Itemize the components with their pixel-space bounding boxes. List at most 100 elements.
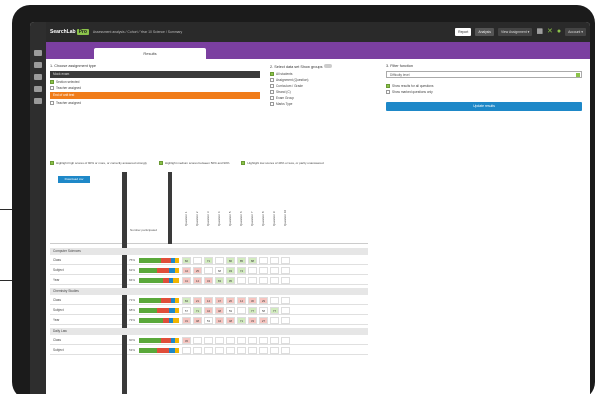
score-cell[interactable]: 48 — [215, 307, 224, 314]
score-cell[interactable] — [259, 267, 268, 274]
view-assignment-dropdown[interactable]: View Assignment ▾ — [497, 28, 533, 36]
score-cell[interactable]: 21 — [193, 297, 202, 304]
score-cell[interactable]: 68 — [215, 267, 224, 274]
score-cell[interactable] — [259, 277, 268, 284]
score-cell[interactable] — [270, 337, 279, 344]
score-cell[interactable] — [248, 337, 257, 344]
tab-results[interactable]: Results — [94, 48, 206, 59]
score-cell[interactable] — [193, 257, 202, 264]
score-cell[interactable]: 27 — [259, 317, 268, 324]
score-cell[interactable] — [237, 277, 246, 284]
data-item[interactable]: All students — [270, 72, 380, 76]
score-cell[interactable] — [270, 257, 279, 264]
score-cell[interactable]: 48 — [193, 317, 202, 324]
score-cell[interactable] — [237, 337, 246, 344]
data-item[interactable]: Curriculum / Grade — [270, 84, 380, 88]
grid-icon[interactable]: ▦ — [536, 28, 543, 36]
table-row[interactable]: Subject 53% — [50, 346, 368, 355]
score-cell[interactable] — [281, 307, 290, 314]
selected-option[interactable]: End of unit test — [50, 92, 260, 99]
score-cell[interactable]: 95 — [226, 277, 235, 284]
score-cell[interactable]: 30 — [248, 297, 257, 304]
score-cell[interactable] — [182, 347, 191, 354]
highlight-high[interactable]: Highlight high scores of 90% or more, or… — [50, 161, 147, 165]
score-cell[interactable]: 44 — [215, 317, 224, 324]
home-icon[interactable] — [34, 50, 42, 56]
score-cell[interactable] — [270, 317, 279, 324]
score-cell[interactable] — [215, 257, 224, 264]
dropdown-icon[interactable] — [576, 73, 580, 77]
data-item[interactable]: Exam Group — [270, 96, 380, 100]
score-cell[interactable]: 14 — [193, 277, 202, 284]
score-cell[interactable] — [270, 267, 279, 274]
table-row[interactable]: Class 60% 45 — [50, 336, 368, 345]
score-cell[interactable] — [270, 347, 279, 354]
score-cell[interactable]: 44 — [182, 267, 191, 274]
score-cell[interactable] — [281, 277, 290, 284]
download-csv-button[interactable]: Download csv — [58, 176, 90, 183]
score-cell[interactable] — [226, 347, 235, 354]
score-cell[interactable] — [248, 347, 257, 354]
score-cell[interactable]: 71 — [204, 257, 213, 264]
highlight-low[interactable]: Highlight low scores of 49% or less, or … — [241, 161, 324, 165]
filter-option[interactable]: Show marked questions only — [386, 90, 582, 94]
score-cell[interactable] — [193, 337, 202, 344]
filter-option[interactable]: Show results for all questions — [386, 84, 582, 88]
score-cell[interactable] — [270, 297, 279, 304]
score-cell[interactable]: 14 — [237, 297, 246, 304]
score-cell[interactable]: 71 — [237, 317, 246, 324]
score-cell[interactable]: 82 — [182, 257, 191, 264]
score-cell[interactable] — [281, 347, 290, 354]
highlight-medium[interactable]: Highlight medium scores between 50% and … — [158, 161, 229, 165]
report-button[interactable]: Report — [455, 28, 472, 36]
score-cell[interactable] — [259, 257, 268, 264]
score-cell[interactable] — [215, 347, 224, 354]
option-row[interactable]: Teacher assigned — [50, 86, 260, 90]
toggle-switch[interactable] — [323, 64, 332, 68]
score-cell[interactable] — [270, 277, 279, 284]
filter-input[interactable]: Difficulty level — [386, 71, 582, 78]
score-cell[interactable]: 31 — [182, 317, 191, 324]
score-cell[interactable]: 20 — [226, 297, 235, 304]
table-row[interactable]: Subject 62% 44 25 68 93 74 — [50, 266, 368, 275]
score-cell[interactable]: 58 — [259, 307, 268, 314]
score-cell[interactable]: 57 — [182, 307, 191, 314]
score-cell[interactable] — [259, 337, 268, 344]
score-cell[interactable]: 84 — [182, 297, 191, 304]
account-menu[interactable]: Account ▾ — [565, 28, 586, 36]
data-item[interactable]: Marks Type — [270, 102, 380, 106]
score-cell[interactable] — [215, 337, 224, 344]
score-cell[interactable]: 14 — [204, 297, 213, 304]
score-cell[interactable] — [281, 267, 290, 274]
score-cell[interactable] — [237, 307, 246, 314]
score-cell[interactable] — [248, 277, 257, 284]
score-cell[interactable] — [226, 337, 235, 344]
score-cell[interactable]: 83 — [215, 277, 224, 284]
analysis-button[interactable]: Analysis — [475, 28, 494, 36]
score-cell[interactable] — [281, 317, 290, 324]
score-cell[interactable]: 43 — [204, 277, 213, 284]
selected-option[interactable]: Mock exam — [50, 71, 260, 78]
chart-icon[interactable] — [34, 62, 42, 68]
data-item[interactable]: Assignment (Question) — [270, 78, 380, 82]
table-row[interactable]: Class 75% 82 71 86 85 88 — [50, 256, 368, 265]
score-cell[interactable] — [204, 267, 213, 274]
score-cell[interactable]: 86 — [226, 257, 235, 264]
option-row[interactable]: Teacher assigned — [50, 101, 260, 105]
score-cell[interactable] — [281, 297, 290, 304]
score-cell[interactable]: 85 — [237, 257, 246, 264]
gear-icon[interactable] — [34, 98, 42, 104]
score-cell[interactable] — [281, 337, 290, 344]
data-item[interactable]: Strand (C) — [270, 90, 380, 94]
user-icon[interactable]: ● — [557, 28, 561, 36]
score-cell[interactable]: 77 — [248, 307, 257, 314]
score-cell[interactable]: 44 — [204, 307, 213, 314]
table-row[interactable]: Subject 68% 57 71 44 48 59 77 58 77 — [50, 306, 368, 315]
score-cell[interactable]: 48 — [226, 317, 235, 324]
score-cell[interactable] — [248, 267, 257, 274]
table-row[interactable]: Class 71% 84 21 14 47 20 14 30 29 — [50, 296, 368, 305]
score-cell[interactable]: 29 — [259, 297, 268, 304]
score-cell[interactable]: 41 — [182, 277, 191, 284]
table-row[interactable]: Year 84% 41 14 43 83 95 — [50, 276, 368, 285]
users-icon[interactable] — [34, 74, 42, 80]
